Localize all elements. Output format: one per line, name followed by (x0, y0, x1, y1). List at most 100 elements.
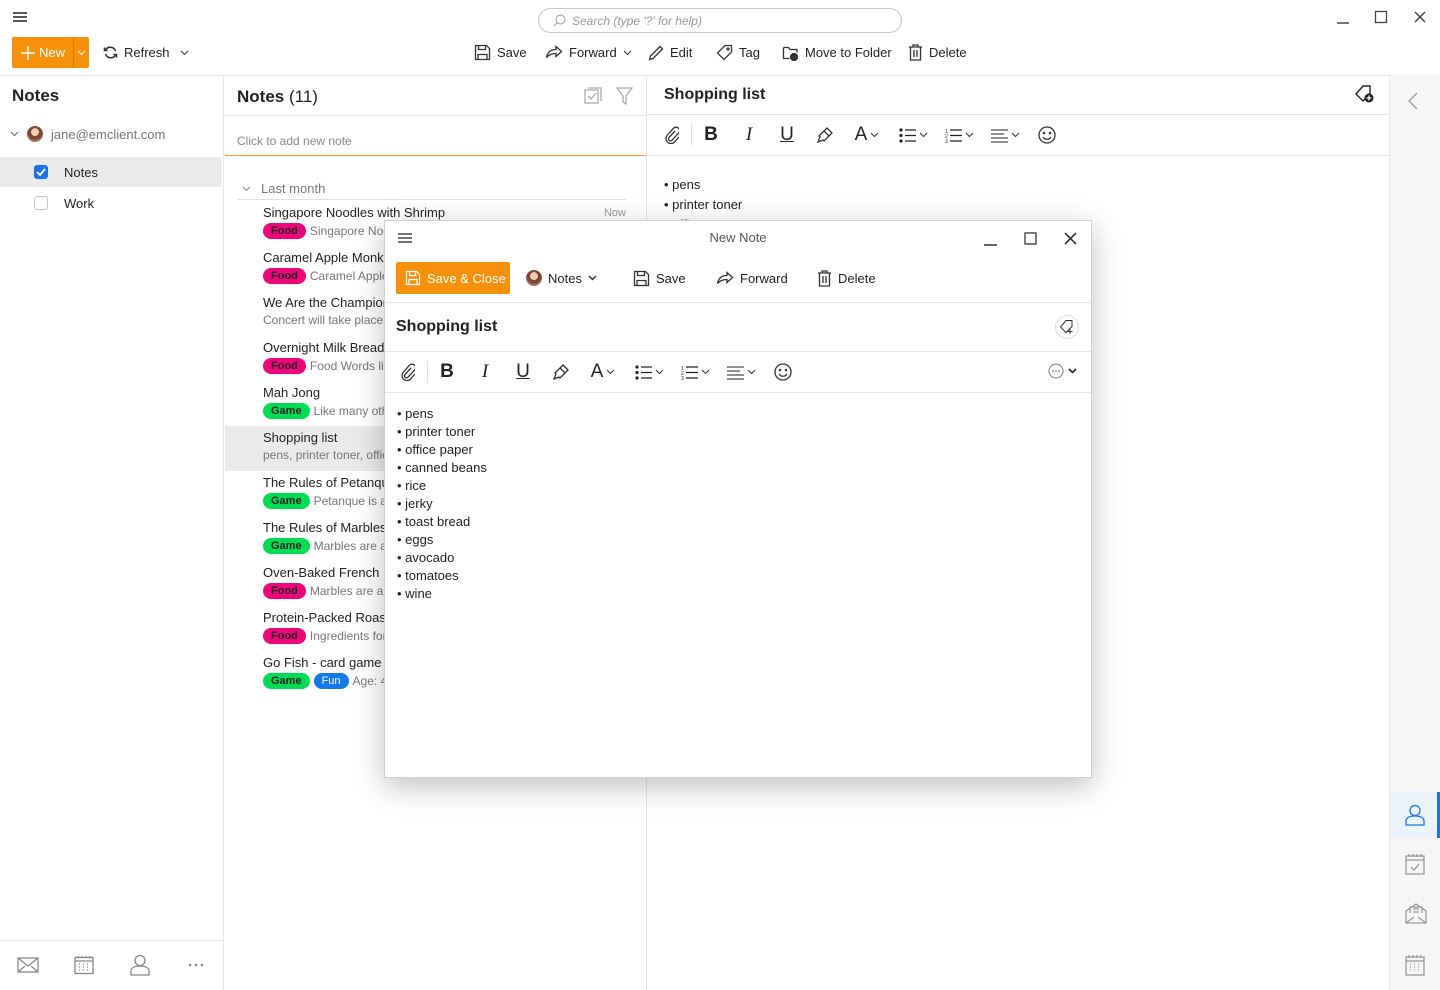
list-item: • printer toner (397, 424, 476, 439)
align-button[interactable] (718, 357, 764, 387)
mail-open-icon (1405, 903, 1427, 924)
dialog-close-button[interactable] (1063, 231, 1079, 247)
add-tag-button[interactable] (1354, 84, 1375, 104)
divider (238, 199, 626, 200)
maximize-button[interactable] (1369, 6, 1393, 28)
forward-button[interactable]: Forward (545, 37, 632, 68)
bullet-list-button[interactable] (626, 357, 672, 387)
check-icon (36, 168, 46, 176)
emoji-button[interactable] (1028, 120, 1066, 150)
dialog-forward-button[interactable]: Forward (716, 262, 788, 294)
format-painter-button[interactable] (542, 357, 580, 387)
item-text: printer toner (672, 197, 743, 212)
refresh-button[interactable]: Refresh (103, 37, 189, 68)
divider (647, 114, 1389, 115)
bullet-list-button[interactable] (890, 120, 936, 150)
bold-icon: B (440, 361, 454, 382)
chevron-down-icon (655, 369, 663, 375)
list-item: • rice (397, 478, 427, 493)
avatar (27, 126, 43, 142)
chevron-down-icon (606, 369, 615, 375)
add-note-input[interactable]: Click to add new note (225, 115, 646, 156)
sidebar-contacts-button[interactable] (1390, 792, 1440, 838)
filter-button[interactable] (616, 87, 633, 105)
folder-checkbox[interactable] (34, 165, 48, 179)
nav-mail-button[interactable] (16, 953, 40, 977)
list-item: • eggs (397, 532, 434, 547)
account-row[interactable]: jane@emclient.com (10, 124, 165, 144)
font-color-button[interactable]: A (580, 357, 626, 387)
move-to-folder-button[interactable]: Move to Folder (782, 37, 892, 68)
search-input[interactable]: Search (type '?' for help) (538, 8, 902, 33)
dialog-minimize-button[interactable] (983, 231, 999, 247)
folder-label: Notes (64, 164, 98, 180)
tag-badge: Food (263, 583, 306, 599)
bold-button[interactable]: B (692, 120, 730, 150)
list-item: • avocado (397, 550, 455, 565)
dialog-note-body[interactable]: • pens • printer toner • office paper • can… (397, 405, 487, 603)
dialog-delete-button[interactable]: Delete (817, 262, 876, 294)
more-options-button[interactable] (1048, 363, 1077, 379)
close-button[interactable] (1408, 6, 1432, 28)
search-icon (553, 14, 566, 27)
dialog-save-button[interactable]: Save (633, 262, 686, 294)
sidebar-calendar-button[interactable] (1405, 954, 1425, 976)
folder-checkbox[interactable] (34, 196, 48, 210)
sidebar-item-work[interactable]: Work (0, 188, 222, 218)
sidebar-mail-button[interactable] (1405, 902, 1427, 924)
save-icon (633, 270, 650, 286)
sidebar-tasks-button[interactable] (1405, 853, 1425, 875)
edit-button[interactable]: Edit (648, 37, 692, 68)
sidebar-item-notes[interactable]: Notes (0, 157, 222, 187)
collapse-panel-button[interactable] (1407, 92, 1419, 110)
italic-button[interactable]: I (466, 357, 504, 387)
bold-icon: B (704, 124, 718, 145)
minimize-button[interactable] (1331, 6, 1355, 28)
numbered-list-button[interactable]: 123 (936, 120, 982, 150)
save-button[interactable]: Save (474, 37, 527, 68)
attach-button[interactable] (389, 357, 427, 387)
font-color-button[interactable]: A (844, 120, 890, 150)
dialog-maximize-button[interactable] (1023, 231, 1039, 247)
chevron-down-icon (588, 275, 597, 281)
align-icon (990, 128, 1008, 143)
new-dropdown-button[interactable] (74, 50, 89, 56)
attach-button[interactable] (653, 120, 691, 150)
list-item: • pens (664, 177, 701, 192)
item-text: rice (405, 478, 427, 493)
numbered-list-button[interactable]: 123 (672, 357, 718, 387)
group-label: Last month (261, 181, 326, 196)
save-close-button[interactable]: Save & Close (396, 262, 510, 294)
group-header[interactable]: Last month (242, 181, 325, 196)
format-painter-button[interactable] (806, 120, 844, 150)
align-button[interactable] (982, 120, 1028, 150)
list-item: • pens (397, 406, 434, 421)
list-item: • printer toner (664, 197, 743, 212)
chevron-down-icon (701, 369, 709, 375)
underline-button[interactable]: U (504, 357, 542, 387)
italic-button[interactable]: I (730, 120, 768, 150)
item-text: wine (405, 586, 432, 601)
tag-badge: Food (263, 358, 306, 374)
delete-label: Delete (929, 45, 967, 60)
checkbox-multi-icon (584, 87, 602, 104)
select-mode-button[interactable] (584, 87, 602, 105)
dialog-add-tag-button[interactable] (1055, 315, 1079, 339)
tag-button[interactable]: Tag (716, 37, 760, 68)
new-button[interactable]: New (12, 37, 89, 68)
main-menu-button[interactable] (10, 8, 30, 26)
new-note-dialog: New Note Save & Close Notes Save Forward… (384, 220, 1092, 778)
trash-icon (818, 269, 831, 287)
nav-contacts-button[interactable] (128, 953, 152, 977)
italic-icon: I (481, 361, 489, 382)
subject-field[interactable]: Shopping list (396, 318, 497, 336)
nav-more-button[interactable] (184, 953, 208, 977)
emoji-button[interactable] (764, 357, 802, 387)
forward-label: Forward (569, 45, 617, 60)
note-item-preview: Concert will take place (263, 313, 384, 327)
underline-button[interactable]: U (768, 120, 806, 150)
folder-select[interactable]: Notes (526, 262, 597, 294)
nav-calendar-button[interactable] (72, 953, 96, 977)
bold-button[interactable]: B (428, 357, 466, 387)
delete-button[interactable]: Delete (908, 37, 967, 68)
